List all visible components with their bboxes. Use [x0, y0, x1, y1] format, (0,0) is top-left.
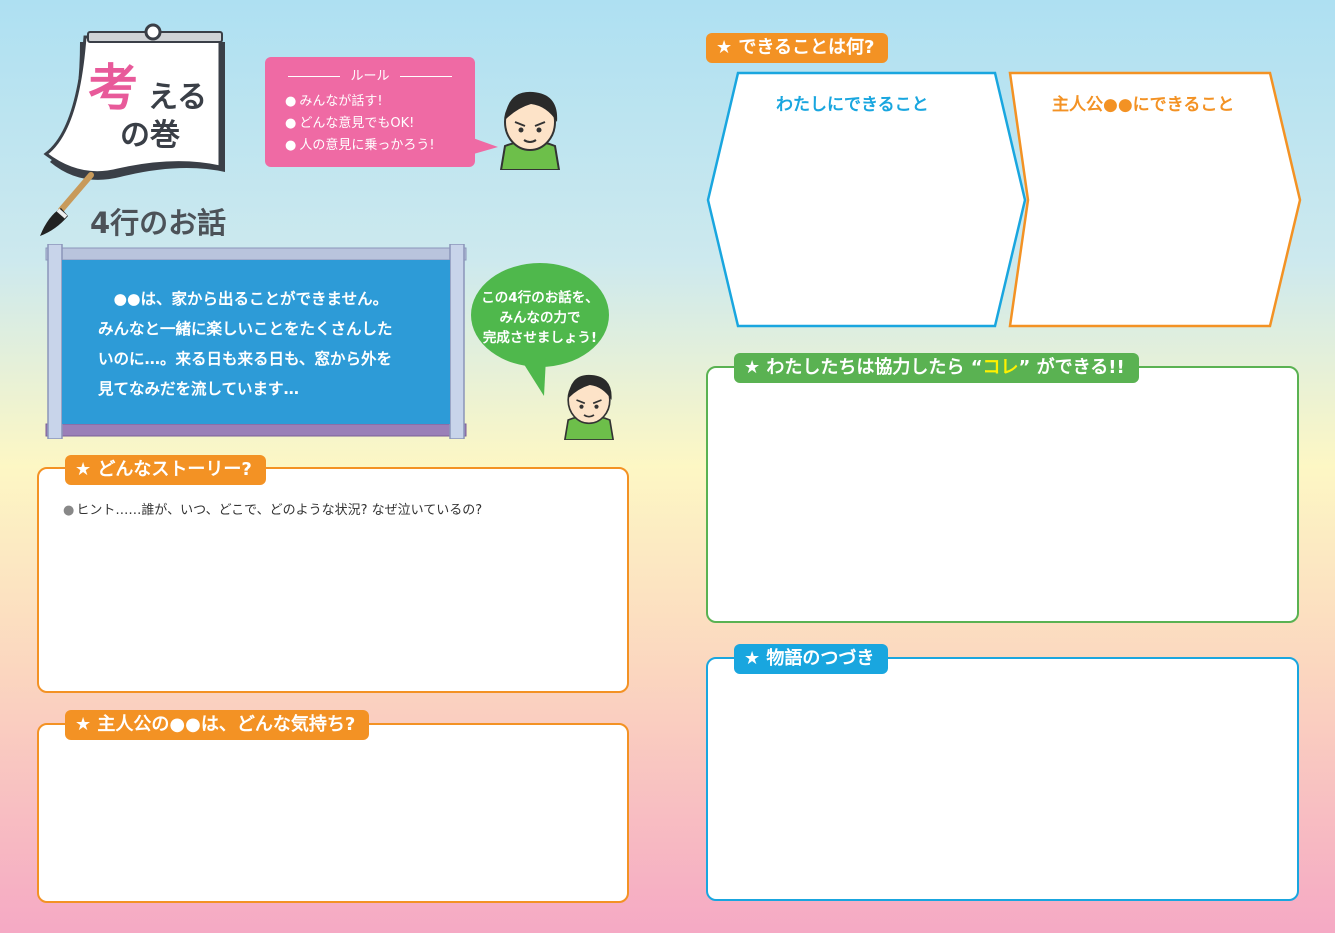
continuation-heading: ★ 物語のつづき [734, 644, 889, 674]
rules-list: みんなが話す! どんな意見でもOK! 人の意見に乗っかろう! [285, 91, 435, 157]
story-panel: ●●は、家から出ることができません。 みんなと一緒に楽しいことをたくさんした い… [40, 243, 470, 440]
bubble-tail-icon [520, 358, 546, 396]
rules-bubble: ルール みんなが話す! どんな意見でもOK! 人の意見に乗っかろう! [265, 57, 475, 167]
feelings-heading: ★ 主人公の●●は、どんな気持ち? [65, 710, 370, 740]
scroll-paper-icon [43, 23, 225, 180]
together-heading-q1: “ [970, 357, 983, 378]
story-line: 見てなみだを流しています… [98, 380, 300, 398]
character-icon [499, 91, 561, 170]
green-speech-bubble: この4行のお話を、 みんなの力で 完成させましょう! [471, 263, 609, 367]
rule-item: みんなが話す! [285, 91, 435, 113]
story-line: いのに…。来る日も来る日も、窓から外を [98, 350, 393, 368]
title-sub: の巻 [120, 118, 180, 153]
rules-title: ルール [265, 65, 475, 84]
story-title: 4行のお話 [90, 206, 227, 240]
bubble-tail-icon [470, 137, 498, 155]
continuation-box[interactable] [706, 657, 1299, 901]
bubble-line: みんなの力で [499, 310, 581, 326]
together-heading-a: ★ わたしたちは協力したら [744, 357, 965, 378]
feelings-box[interactable] [37, 723, 629, 903]
together-heading-b: ができる!! [1036, 357, 1125, 378]
hint-text: ヒント……誰が、いつ、どこで、どのような状況? なぜ泣いているの? [63, 499, 482, 518]
rule-item: どんな意見でもOK! [285, 113, 435, 135]
bubble-line: 完成させましょう! [482, 330, 598, 346]
story-text: ●●は、家から出ることができません。 みんなと一緒に楽しいことをたくさんした い… [98, 284, 428, 404]
hero-can-do-label: 主人公●●にできること [1052, 95, 1235, 115]
story-line: ●●は、家から出ることができません。 [98, 290, 389, 308]
what-story-heading: ★ どんなストーリー? [65, 455, 266, 485]
story-line: みんなと一緒に楽しいことをたくさんした [98, 320, 393, 338]
can-do-heading: ★ できることは何? [706, 33, 889, 63]
together-heading-q2: ” [1018, 357, 1031, 378]
together-heading: ★ わたしたちは協力したら “コレ” ができる!! [734, 353, 1139, 383]
rule-item: 人の意見に乗っかろう! [285, 135, 434, 157]
my-can-do-label: わたしにできること [776, 95, 929, 115]
what-story-box[interactable]: ヒント……誰が、いつ、どこで、どのような状況? なぜ泣いているの? [37, 467, 629, 693]
bubble-line: この4行のお話を、 [481, 290, 599, 306]
title-card [40, 22, 240, 192]
brush-icon [40, 172, 94, 236]
character-icon [563, 374, 615, 440]
together-heading-highlight: コレ [982, 357, 1019, 378]
together-box[interactable] [706, 366, 1299, 623]
